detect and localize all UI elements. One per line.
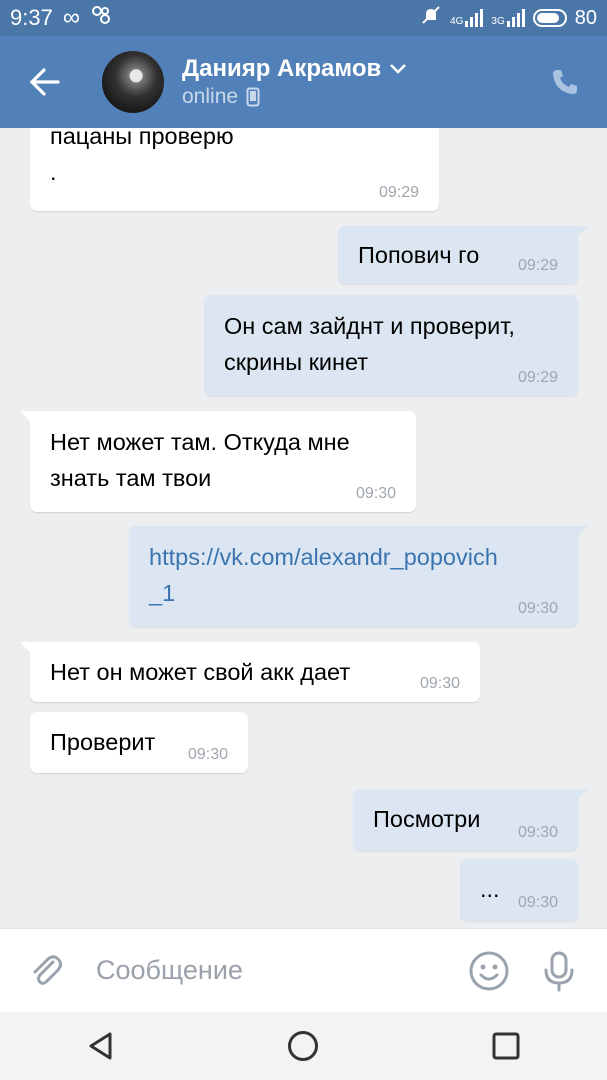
- contact-status: online: [182, 85, 239, 108]
- message-incoming[interactable]: Нет может там. Откуда мне знать там твои…: [20, 411, 416, 512]
- message-time: 09:30: [517, 824, 558, 841]
- nav-home-button[interactable]: [273, 1016, 333, 1076]
- paperclip-icon: [33, 954, 62, 985]
- battery-icon: [532, 9, 567, 27]
- message-outgoing[interactable]: Посмотри 09:30: [353, 789, 588, 851]
- message-text: Нет может там. Откуда мне: [50, 429, 350, 455]
- nav-recents-icon: [492, 1032, 520, 1060]
- attach-button[interactable]: [16, 941, 76, 1001]
- microphone-icon: [544, 951, 574, 991]
- phone-icon: [553, 70, 577, 94]
- message-time: 09:29: [517, 369, 558, 386]
- message-outgoing[interactable]: https://vk.com/alexandr_popovich _1 09:3…: [129, 526, 588, 627]
- nav-back-button[interactable]: [71, 1016, 131, 1076]
- message-time: 09:30: [517, 894, 558, 911]
- message-link[interactable]: https://vk.com/alexandr_popovich: [149, 539, 578, 575]
- contact-info[interactable]: Данияр Акрамов online: [182, 55, 407, 109]
- avatar[interactable]: [100, 49, 166, 115]
- emoji-button[interactable]: [459, 941, 519, 1001]
- battery-level: 80: [574, 6, 597, 29]
- chat-header: Данияр Акрамов online: [0, 36, 607, 128]
- mute-icon: [420, 4, 442, 32]
- message-time: 09:30: [517, 600, 558, 617]
- message-incoming[interactable]: пацаны проверю . 09:29: [30, 128, 439, 211]
- message-outgoing[interactable]: Он сам зайднт и проверит, скрины кинет 0…: [204, 295, 578, 396]
- arrow-left-icon: [29, 68, 60, 96]
- message-text: Он сам зайднт и проверит,: [224, 313, 515, 339]
- message-incoming[interactable]: Нет он может свой акк дает 09:30: [20, 642, 480, 702]
- status-bar: 9:37 ∞ 4G 3G 80: [0, 0, 607, 36]
- message-time: 09:30: [419, 675, 460, 692]
- nav-recents-button[interactable]: [476, 1016, 536, 1076]
- nav-back-icon: [89, 1032, 112, 1060]
- call-button[interactable]: [543, 60, 587, 104]
- message-link[interactable]: _1: [149, 575, 578, 611]
- message-input[interactable]: Сообщение: [96, 955, 243, 986]
- message-list[interactable]: пацаны проверю . 09:29 Попович го 09:29 …: [0, 128, 607, 928]
- nav-home-icon: [288, 1031, 319, 1061]
- contact-name: Данияр Акрамов: [182, 55, 382, 82]
- smiley-icon: [469, 951, 509, 990]
- status-time: 9:37: [10, 5, 53, 30]
- notification-icon: [90, 4, 112, 32]
- back-button[interactable]: [0, 36, 90, 128]
- message-incoming[interactable]: Проверит 09:30: [30, 712, 248, 773]
- system-nav-bar: [0, 1012, 607, 1080]
- mobile-icon: [246, 87, 260, 107]
- message-text: пацаны проверю: [50, 128, 234, 149]
- message-time: 09:29: [378, 184, 419, 201]
- infinity-icon: ∞: [62, 4, 80, 31]
- chevron-down-icon: [390, 64, 407, 74]
- message-composer: Сообщение: [0, 928, 607, 1012]
- signal-3g-icon: 3G: [491, 9, 525, 27]
- message-outgoing[interactable]: Попович го 09:29: [338, 226, 588, 284]
- message-outgoing[interactable]: ... 09:30: [460, 859, 578, 921]
- message-time: 09:30: [355, 485, 396, 502]
- voice-button[interactable]: [529, 941, 589, 1001]
- message-time: 09:29: [517, 257, 558, 274]
- message-time: 09:30: [187, 746, 228, 763]
- signal-4g-icon: 4G: [450, 9, 484, 27]
- message-text: Нет он может свой акк дает: [50, 659, 351, 685]
